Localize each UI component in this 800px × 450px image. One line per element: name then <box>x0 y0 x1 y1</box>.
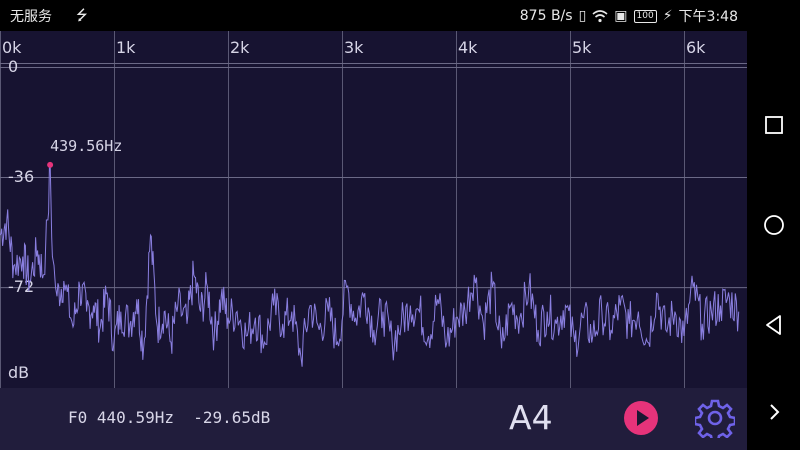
y-tick-label: -36 <box>8 167 34 186</box>
peak-marker <box>47 161 54 168</box>
wifi-icon <box>592 10 608 23</box>
system-nav-bar <box>747 0 800 450</box>
gear-icon[interactable] <box>695 398 735 438</box>
bottom-bar: F0 440.59Hz -29.65dB A4 <box>0 388 747 450</box>
net-speed: 875 B/s <box>519 8 573 24</box>
triangle-back-icon[interactable] <box>761 312 787 338</box>
x-tick-label: 5k <box>572 38 592 57</box>
note-name: A4 <box>509 398 553 437</box>
status-right: 875 B/s ▯ ▣ 100 ⚡ 下午3:48 <box>520 6 738 26</box>
carrier-label: 无服务 <box>10 9 52 25</box>
battery-indicator: 100 <box>633 9 657 23</box>
square-icon[interactable] <box>761 112 787 138</box>
spectrum-line <box>0 164 740 367</box>
vibrate-icon: ▯ <box>578 8 587 24</box>
f0-frequency: 440.59Hz <box>96 408 174 427</box>
x-tick-label: 4k <box>458 38 478 57</box>
f0-readout: F0 440.59Hz -29.65dB <box>68 408 270 427</box>
x-tick-label: 6k <box>686 38 706 57</box>
peak-label: 439.56Hz <box>50 137 122 155</box>
spectrum-analyzer-app: 0k 1k 2k 3k 4k 5k 6k 0 -36 -72 dB 439.56Hz F0 44… <box>0 31 747 450</box>
x-tick-label: 2k <box>230 38 250 57</box>
x-tick-label: 0k <box>2 38 22 57</box>
sim-icon: ▣ <box>614 8 628 24</box>
chevron-right-icon[interactable] <box>761 399 787 425</box>
spectrum-plot[interactable]: 0k 1k 2k 3k 4k 5k 6k 0 -36 -72 dB 439.56Hz <box>0 31 747 388</box>
x-axis-ticks: 0k 1k 2k 3k 4k 5k 6k <box>2 38 706 57</box>
x-tick-label: 1k <box>116 38 136 57</box>
x-tick-label: 3k <box>344 38 364 57</box>
clock: 下午3:48 <box>678 9 738 25</box>
f0-label: F0 <box>68 408 88 427</box>
f0-decibels: -29.65dB <box>193 408 271 427</box>
charging-icon: ⚡ <box>662 8 673 24</box>
y-tick-label: 0 <box>8 57 18 76</box>
status-bar: 无服务 ⭍ 875 B/s ▯ ▣ 100 ⚡ 下午3:48 <box>0 0 747 31</box>
circle-icon[interactable] <box>761 212 787 238</box>
spectrum-chart: 0k 1k 2k 3k 4k 5k 6k 0-36-72 dB 439.56Hz <box>0 31 747 388</box>
y-unit-label: dB <box>8 363 29 382</box>
usb-icon: ⭍ <box>76 8 88 24</box>
play-button[interactable] <box>624 401 658 435</box>
